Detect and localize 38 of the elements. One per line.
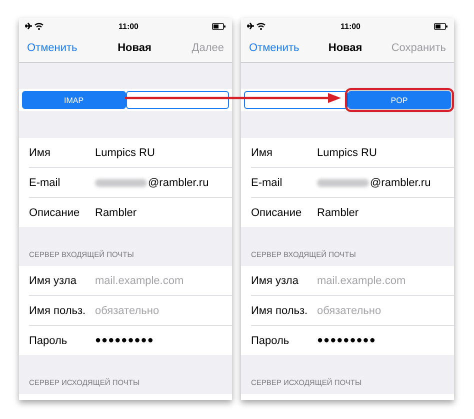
status-icons [25,22,45,30]
field-value[interactable]: Lumpics RU [95,146,155,158]
password-field[interactable]: ●●●●●●●●● [95,335,154,346]
field-label: Описание [251,206,303,218]
field-label: Имя узла [29,274,78,286]
field-label: Пароль [251,334,290,346]
nav-title: Новая [328,42,362,54]
field-label: E-mail [251,176,284,188]
field-value[interactable]: Rambler [317,206,359,218]
field-value[interactable]: @rambler.ru [148,176,209,188]
input-field[interactable]: обязательно [95,304,232,316]
segment-tab[interactable]: POP [348,91,451,109]
input-field[interactable]: mail.example.com [95,274,232,286]
password-field[interactable]: ●●●●●●●●● [317,335,376,346]
nav-title: Новая [118,42,152,54]
field-value[interactable]: @rambler.ru [370,176,431,188]
input-field[interactable]: mail.example.com [317,274,454,286]
battery-icon [212,22,226,30]
field-label: Пароль [29,334,68,346]
field-label: Имя [29,146,52,158]
status-time: 11:00 [340,22,361,30]
segment-tab[interactable]: IMAP [22,91,126,109]
field-label: Описание [29,206,81,218]
cancel-button[interactable]: Отменить [27,42,78,54]
blurred-text [317,178,369,186]
field-value[interactable]: Rambler [95,206,137,218]
input-field[interactable]: обязательно [317,304,454,316]
field-label: Имя польз. [29,304,87,316]
status-icons [247,22,267,30]
field-label: E-mail [29,176,62,188]
field-label: Имя узла [251,274,300,286]
field-value[interactable]: Lumpics RU [317,146,377,158]
battery-icon [434,22,448,30]
cancel-button[interactable]: Отменить [249,42,300,54]
status-time: 11:00 [118,22,139,30]
field-label: Имя польз. [251,304,309,316]
blurred-text [95,178,147,186]
field-label: Имя [251,146,274,158]
